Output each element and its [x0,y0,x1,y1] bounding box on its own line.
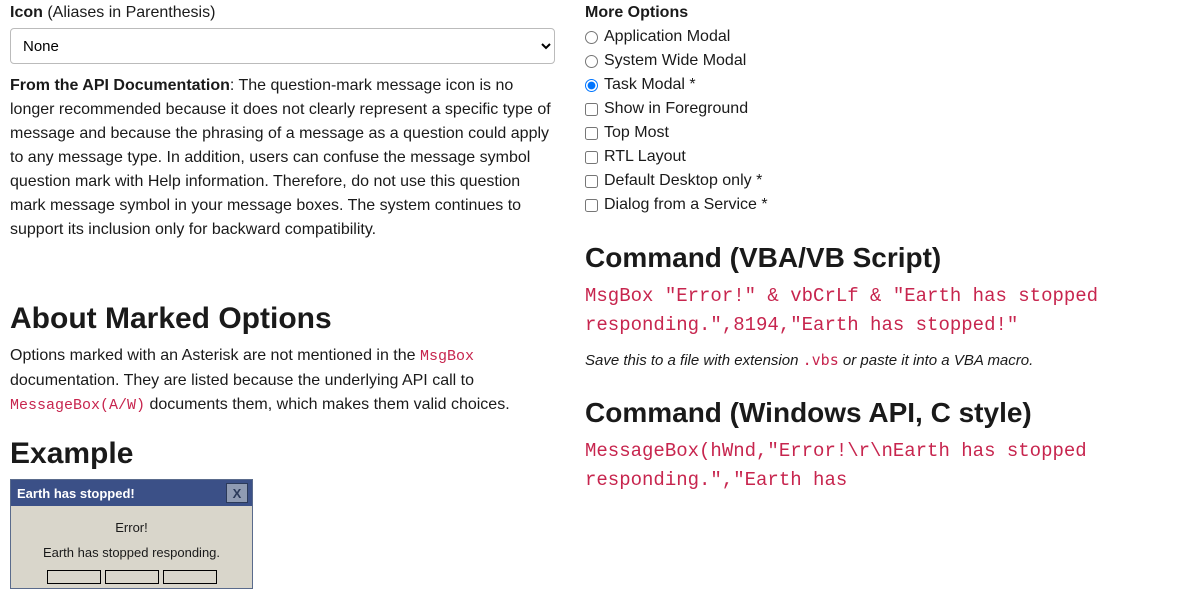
option-label: Top Most [604,124,669,142]
option-row[interactable]: Top Most [585,124,1180,142]
msgbox-button-row [11,570,252,588]
msgbox-text-line2: Earth has stopped responding. [19,545,244,560]
option-radio[interactable] [585,55,598,68]
option-radio[interactable] [585,79,598,92]
command-vba-heading: Command (VBA/VB Script) [585,242,1180,274]
msgbox-text-line1: Error! [19,520,244,535]
example-msgbox: Earth has stopped! X Error! Earth has st… [10,479,253,589]
option-checkbox[interactable] [585,199,598,212]
icon-label-bold: Icon [10,4,43,21]
icon-label-paren: (Aliases in Parenthesis) [43,4,216,21]
option-row[interactable]: Dialog from a Service * [585,196,1180,214]
msgbox-button[interactable] [105,570,159,584]
msgbox-body: Error! Earth has stopped responding. [11,506,252,570]
msgbox-button[interactable] [47,570,101,584]
option-row[interactable]: Default Desktop only * [585,172,1180,190]
api-doc-paragraph: From the API Documentation: The question… [10,74,555,242]
api-doc-text: : The question-mark message icon is no l… [10,77,551,238]
msgbox-titlebar: Earth has stopped! X [11,480,252,506]
command-c-heading: Command (Windows API, C style) [585,397,1180,429]
option-row[interactable]: Show in Foreground [585,100,1180,118]
about-marked-options-heading: About Marked Options [10,302,555,336]
option-row[interactable]: Application Modal [585,28,1180,46]
option-checkbox[interactable] [585,127,598,140]
option-checkbox[interactable] [585,103,598,116]
option-checkbox[interactable] [585,151,598,164]
save-note: Save this to a file with extension .vbs … [585,351,1180,369]
command-vba-code: MsgBox "Error!" & vbCrLf & "Earth has st… [585,282,1180,341]
code-messagebox-aw: MessageBox(A/W) [10,397,145,414]
about-marked-options-text: Options marked with an Asterisk are not … [10,344,555,417]
more-options-label: More Options [585,4,1180,22]
code-msgbox: MsgBox [420,348,474,365]
example-heading: Example [10,437,555,471]
api-doc-label: From the API Documentation [10,77,230,94]
msgbox-title: Earth has stopped! [17,486,135,501]
option-row[interactable]: RTL Layout [585,148,1180,166]
icon-select[interactable]: None [10,28,555,64]
option-row[interactable]: System Wide Modal [585,52,1180,70]
option-row[interactable]: Task Modal * [585,76,1180,94]
option-label: RTL Layout [604,148,686,166]
option-radio[interactable] [585,31,598,44]
command-c-code: MessageBox(hWnd,"Error!\r\nEarth has sto… [585,437,1180,496]
option-label: System Wide Modal [604,52,746,70]
more-options-list: Application Modal System Wide Modal Task M… [585,28,1180,214]
option-label: Application Modal [604,28,730,46]
icon-label: Icon (Aliases in Parenthesis) [10,4,555,22]
option-label: Dialog from a Service * [604,196,768,214]
option-label: Default Desktop only * [604,172,762,190]
close-icon[interactable]: X [226,483,248,503]
option-checkbox[interactable] [585,175,598,188]
msgbox-button[interactable] [163,570,217,584]
option-label: Show in Foreground [604,100,748,118]
vbs-extension: .vbs [803,351,839,369]
option-label: Task Modal * [604,76,696,94]
